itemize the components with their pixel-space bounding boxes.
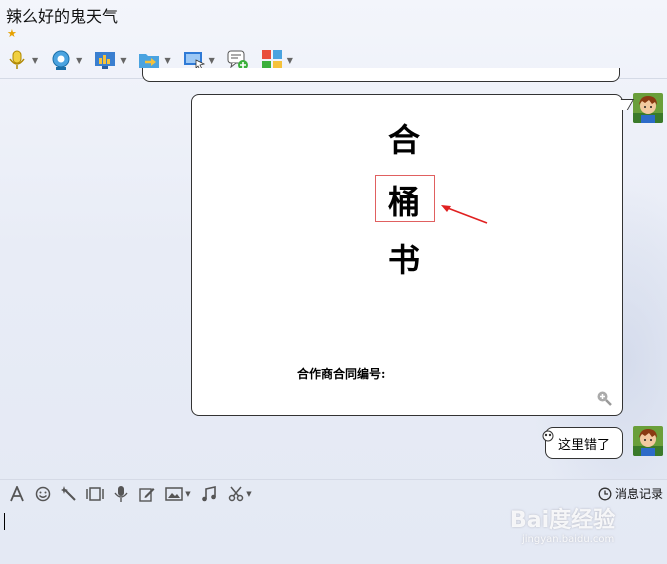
previous-message-bubble [142, 68, 620, 82]
chevron-down-icon[interactable]: ▼ [120, 56, 126, 65]
scissors-button[interactable]: ▼ [226, 485, 254, 503]
image-message-bubble[interactable]: 合 桶 书 合作商合同编号: [191, 94, 623, 416]
chevron-down-icon[interactable]: ▼ [209, 56, 215, 65]
chevron-down-icon[interactable]: ▼ [185, 490, 190, 498]
zoom-in-icon[interactable] [596, 390, 612, 406]
message-text: 这里错了 [557, 437, 610, 453]
text-cursor[interactable] [4, 513, 5, 530]
avatar[interactable] [633, 93, 663, 123]
emoji-icon [35, 486, 51, 502]
font-button[interactable] [8, 485, 26, 503]
avatar[interactable] [633, 426, 663, 456]
text-message-bubble[interactable]: 这里错了 [542, 427, 623, 459]
webcam-icon [52, 50, 70, 70]
message-history-label: 消息记录 [614, 487, 663, 501]
voice-icon [114, 486, 128, 502]
chevron-down-icon[interactable]: ▼ [287, 56, 293, 65]
screen-share-button[interactable]: ▼ [94, 49, 126, 71]
edit-button[interactable] [138, 485, 156, 503]
microphone-icon [9, 50, 25, 69]
chevron-down-icon[interactable]: ▼ [164, 56, 170, 65]
star-icon[interactable]: ★ [7, 27, 17, 40]
document-char: 书 [388, 241, 421, 279]
document-char: 合 [388, 121, 421, 159]
screen-share-icon [95, 52, 116, 69]
music-icon [202, 486, 216, 502]
clock-icon [598, 487, 612, 500]
voice-message-button[interactable] [112, 485, 130, 503]
voice-call-button[interactable]: ▼ [6, 49, 38, 71]
emoji-button[interactable] [34, 485, 52, 503]
edit-icon [139, 488, 155, 502]
screenshot-icon [86, 487, 104, 501]
highlight-box [375, 175, 435, 222]
scissors-icon [229, 486, 244, 502]
quote-icon [542, 430, 554, 442]
arrow-icon [441, 205, 488, 224]
window-title: 辣么好的鬼天气 [6, 7, 119, 26]
font-icon [10, 486, 24, 502]
chevron-down-icon[interactable]: ▼ [32, 56, 38, 65]
chevron-down-icon[interactable]: ▼ [246, 490, 251, 498]
contract-number-label: 合作商合同编号: [297, 367, 386, 381]
screenshot-button[interactable] [86, 485, 104, 503]
magic-icon [61, 486, 76, 501]
message-history-button[interactable]: 消息记录 [598, 485, 663, 502]
image-button[interactable]: ▼ [164, 485, 192, 503]
video-call-button[interactable]: ▼ [50, 49, 82, 71]
music-button[interactable] [200, 485, 218, 503]
watermark: Bai度经验 jingyan.baidu.com [510, 508, 616, 545]
magic-button[interactable] [60, 485, 78, 503]
chevron-down-icon[interactable]: ▼ [76, 56, 82, 65]
image-icon [165, 487, 184, 501]
